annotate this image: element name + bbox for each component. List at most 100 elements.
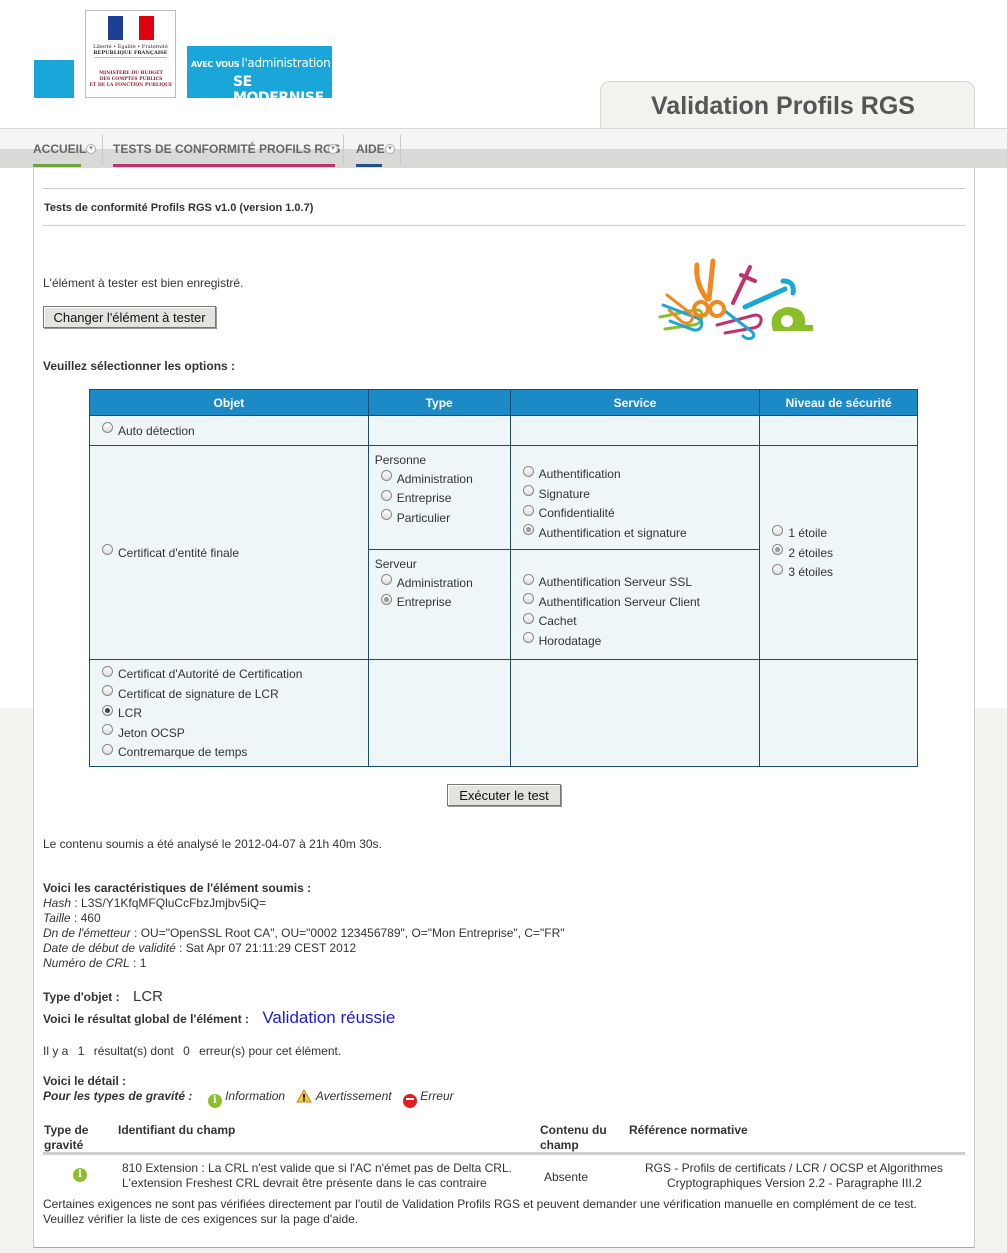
wrench-icon — [742, 278, 796, 310]
radio-service-horodatage[interactable]: Horodatage — [517, 631, 754, 651]
characteristic-date: Date de début de validité : Sat Apr 07 2… — [43, 941, 357, 955]
menu-tests[interactable]: TESTS DE CONFORMITÉ PROFILS RGS ▾ — [113, 129, 343, 167]
modernisation-logo: AVEC VOUS l'administration SE MODERNISE — [187, 46, 332, 106]
radio-button[interactable] — [102, 422, 113, 433]
cell-serveur-services: Authentification Serveur SSL Authentific… — [509, 549, 761, 660]
radio-label: Confidentialité — [538, 506, 615, 521]
brand-square-logo — [34, 60, 74, 98]
radio-service-auth-signature[interactable]: Authentification et signature — [517, 523, 754, 543]
cell-auto-detection: Auto détection — [89, 415, 369, 446]
count-part1: Il y a — [43, 1044, 69, 1058]
footnote-line2: Veuillez vérifier la liste de ces exigen… — [43, 1212, 359, 1226]
radio-level-1[interactable]: 1 étoile — [766, 523, 911, 543]
cell-entity-certificate: Certificat d'entité finale — [89, 445, 369, 660]
radio-label: Authentification — [538, 467, 621, 482]
severity-label: Pour les types de gravité : — [43, 1089, 193, 1103]
radio-level-2[interactable]: 2 étoiles — [766, 543, 911, 563]
radio-button[interactable] — [522, 612, 534, 624]
radio-ca-certificate[interactable]: Certificat d'Autorité de Certification — [96, 664, 362, 684]
radio-button[interactable] — [772, 544, 784, 555]
radio-button[interactable] — [380, 509, 392, 521]
object-type-value: LCR — [132, 988, 163, 1005]
radio-service-cachet[interactable]: Cachet — [517, 612, 754, 632]
empty-cell — [367, 415, 511, 446]
execute-test-button[interactable]: Exécuter le test — [447, 784, 561, 806]
radio-button[interactable] — [772, 563, 784, 575]
radio-button[interactable] — [380, 470, 392, 482]
severity-error: Erreur — [420, 1089, 454, 1103]
footnote-line1: Certaines exigences ne sont pas vérifiée… — [43, 1197, 917, 1211]
radio-service-signature[interactable]: Signature — [517, 484, 754, 504]
detail-title: Voici le détail : — [43, 1074, 127, 1088]
radio-button[interactable] — [522, 504, 534, 516]
information-icon: i — [73, 1168, 87, 1182]
app-title: Validation Profils RGS — [651, 92, 915, 120]
modernise-line1: AVEC VOUS l'administration — [191, 56, 331, 70]
divider — [43, 188, 965, 189]
radio-button[interactable] — [102, 743, 113, 755]
menu-accueil-label: ACCUEIL — [33, 142, 87, 156]
app-title-tab: Validation Profils RGS — [600, 81, 975, 129]
radio-button[interactable] — [102, 685, 113, 696]
main-menu: ACCUEIL ▾ TESTS DE CONFORMITÉ PROFILS RG… — [0, 128, 1007, 168]
radio-timestamp[interactable]: Contremarque de temps — [96, 742, 362, 762]
radio-label: LCR — [118, 706, 143, 720]
char-key: Numéro de CRL — [43, 956, 130, 970]
radio-label: Authentification et signature — [538, 525, 687, 540]
radio-auto-detection[interactable]: Auto détection — [96, 421, 362, 441]
menu-aide[interactable]: AIDE ▾ — [356, 129, 400, 167]
radio-button[interactable] — [102, 544, 113, 555]
radio-service-confidentialite[interactable]: Confidentialité — [517, 504, 754, 524]
global-result-value: Validation réussie — [262, 1008, 396, 1027]
chevron-down-icon[interactable]: ▾ — [86, 144, 96, 154]
menu-separator — [343, 135, 344, 165]
result-field-line1: 810 Extension : La CRL n'est valide que … — [122, 1161, 512, 1175]
radio-crl-signing-certificate[interactable]: Certificat de signature de LCR — [96, 684, 362, 704]
radio-button[interactable] — [102, 665, 113, 677]
characteristic-issuer: Dn de l'émetteur : OU="OpenSSL Root CA",… — [43, 926, 565, 940]
radio-button[interactable] — [522, 524, 534, 536]
radio-service-ssl[interactable]: Authentification Serveur SSL — [517, 573, 754, 593]
col-field: Identifiant du champ — [118, 1123, 236, 1137]
row-auto-detection: Auto détection — [89, 415, 918, 446]
radio-button[interactable] — [102, 724, 113, 735]
radio-serveur-entreprise[interactable]: Entreprise — [375, 593, 504, 613]
radio-button[interactable] — [380, 489, 392, 501]
personne-title: Personne — [374, 453, 427, 467]
modernise-line2: SE MODERNISE — [233, 74, 324, 106]
radio-button[interactable] — [522, 593, 534, 605]
radio-label: Entreprise — [396, 595, 452, 610]
radio-ocsp-token[interactable]: Jeton OCSP — [96, 723, 362, 743]
radio-button[interactable] — [102, 704, 113, 716]
radio-entity-certificate[interactable]: Certificat d'entité finale — [96, 543, 362, 563]
radio-button[interactable] — [522, 485, 534, 497]
radio-personne-entreprise[interactable]: Entreprise — [375, 489, 504, 509]
radio-button[interactable] — [522, 632, 534, 644]
chevron-down-icon[interactable]: ▾ — [328, 144, 338, 154]
radio-serveur-administration[interactable]: Administration — [375, 573, 504, 593]
char-value: L3S/Y1KfqMFQluCcFbzJmjbv5iQ= — [81, 896, 267, 910]
options-table: Objet Type Service Niveau de sécurité Au… — [89, 389, 918, 767]
tools-illustration — [658, 258, 813, 340]
count-part3: erreur(s) pour cet élément. — [199, 1044, 342, 1058]
radio-button[interactable] — [772, 524, 784, 536]
radio-label: 2 étoiles — [788, 545, 834, 560]
radio-service-client[interactable]: Authentification Serveur Client — [517, 592, 754, 612]
chevron-down-icon[interactable]: ▾ — [385, 144, 395, 154]
change-element-button[interactable]: Changer l'élément à tester — [43, 306, 216, 328]
radio-button[interactable] — [380, 593, 392, 605]
radio-button[interactable] — [522, 465, 534, 477]
global-result: Voici le résultat global de l'élément : … — [43, 1008, 395, 1028]
empty-cell — [367, 659, 511, 767]
status-message: L'élément à tester est bien enregistré. — [43, 276, 244, 290]
radio-level-3[interactable]: 3 étoiles — [766, 562, 911, 582]
radio-personne-particulier[interactable]: Particulier — [375, 508, 504, 528]
menu-accueil[interactable]: ACCUEIL ▾ — [33, 129, 100, 167]
radio-lcr[interactable]: LCR — [96, 703, 362, 723]
radio-button[interactable] — [380, 574, 392, 586]
radio-service-authentification[interactable]: Authentification — [517, 465, 754, 485]
severity-legend: Pour les types de gravité : i Informatio… — [43, 1089, 454, 1108]
radio-button[interactable] — [522, 573, 534, 585]
radio-label: Auto détection — [118, 423, 195, 438]
radio-personne-administration[interactable]: Administration — [375, 469, 504, 489]
